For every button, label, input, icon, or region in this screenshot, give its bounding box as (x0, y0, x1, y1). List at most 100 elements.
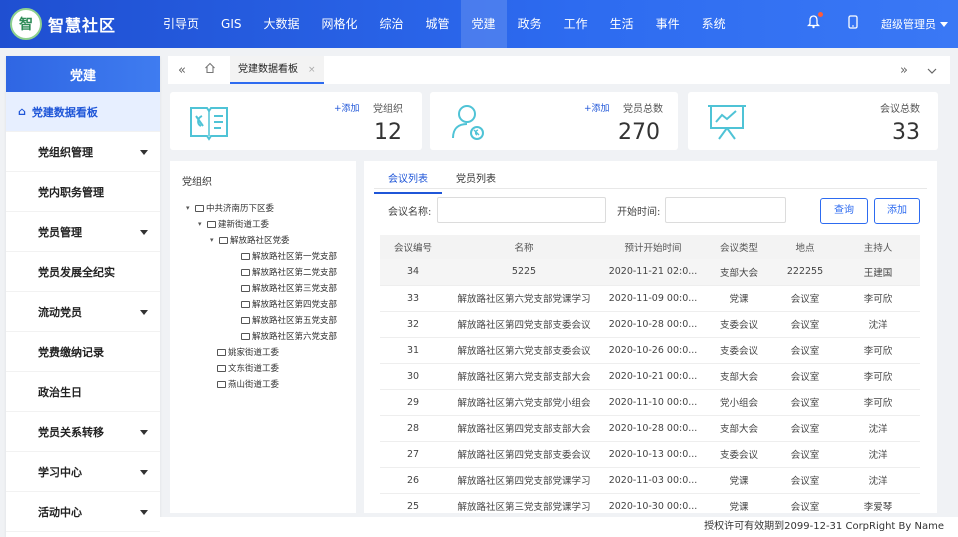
folder-icon (219, 236, 228, 244)
tree-node[interactable]: ▾ 建新街道工委 (198, 218, 269, 230)
table-row[interactable]: 25 解放路社区第三党支部党课学习 2020-10-30 00:0... 党课 会议室李… (380, 493, 920, 513)
nav-item-9[interactable]: 生活 (599, 0, 645, 48)
footer: 授权许可有效期到2099-12-31 CorpRight By Name (160, 517, 958, 537)
table-row[interactable]: 32 解放路社区第四党支部支委会议 2020-10-28 00:0... 支委会议 会议… (380, 311, 920, 338)
tree-node[interactable]: 燕山街道工委 (208, 378, 279, 390)
tree-node[interactable]: 解放路社区第三党支部 (232, 282, 337, 294)
tree-node-label: 解放路社区第二党支部 (252, 268, 338, 278)
folder-icon (217, 380, 226, 388)
nav-item-3[interactable]: 网格化 (311, 0, 369, 48)
tree-node[interactable]: 解放路社区第二党支部 (232, 266, 337, 278)
tree-node[interactable]: 文东街道工委 (208, 362, 279, 374)
nav-item-4[interactable]: 综治 (369, 0, 415, 48)
table-cell: 会议室 (774, 363, 836, 390)
table-row[interactable]: 26 解放路社区第四党支部党课学习 2020-11-03 00:0... 党课 会议室沈… (380, 467, 920, 494)
tab-party-dashboard[interactable]: 党建数据看板 × (230, 56, 324, 84)
folder-icon (241, 252, 250, 260)
bell-icon[interactable] (793, 12, 833, 33)
nav-item-1[interactable]: GIS (210, 0, 252, 48)
table-cell: 党课 (704, 285, 774, 312)
chevron-down-icon[interactable] (918, 63, 946, 78)
tree-node[interactable]: 解放路社区第四党支部 (232, 298, 337, 310)
tree-node[interactable]: 姚家街道工委 (208, 346, 279, 358)
column-header[interactable]: 名称 (446, 235, 602, 259)
tree-node[interactable]: 解放路社区第五党支部 (232, 314, 337, 326)
table-row[interactable]: 29 解放路社区第六党支部党小组会 2020-11-10 00:0... 党小组会 会议… (380, 389, 920, 416)
table-row[interactable]: 27 解放路社区第四党支部支委会议 2020-10-13 00:0... 支委会议 会议… (380, 441, 920, 468)
tab-meeting-list[interactable]: 会议列表 (374, 167, 442, 194)
sidebar-item-1[interactable]: 党组织管理 (6, 132, 160, 172)
sidebar-item-4[interactable]: 党员发展全纪实 (6, 252, 160, 292)
column-header[interactable]: 会议类型 (704, 235, 774, 259)
mobile-icon[interactable] (833, 15, 873, 33)
sidebar-item-0[interactable]: ⌂ 党建数据看板 (6, 92, 160, 132)
add-org-button[interactable]: +添加 (334, 101, 360, 114)
home-icon[interactable] (196, 62, 224, 78)
user-name: 超级管理员 (881, 18, 936, 31)
tree-toggle-icon[interactable]: ▾ (186, 204, 195, 212)
nav-item-0[interactable]: 引导页 (152, 0, 210, 48)
column-header[interactable]: 地点 (774, 235, 836, 259)
copyright-text: 授权许可有效期到2099-12-31 CorpRight By Name (704, 521, 944, 532)
close-icon[interactable]: × (308, 65, 316, 75)
table-row[interactable]: 30 解放路社区第六党支部支部大会 2020-10-21 00:0... 支部大会 会议… (380, 363, 920, 390)
table-cell: 支委会议 (704, 311, 774, 338)
sidebar-item-5[interactable]: 流动党员 (6, 292, 160, 332)
table-row[interactable]: 31 解放路社区第六党支部支委会议 2020-10-26 00:0... 支委会议 会议… (380, 337, 920, 364)
tree-node-label: 解放路社区第六党支部 (252, 332, 338, 342)
meeting-table: 会议编号 名称 预计开始时间 会议类型 地点 主持人 34 5225 2020-11-21 0… (380, 235, 920, 513)
table-cell: 2020-10-28 00:0... (602, 311, 704, 338)
tree-node[interactable]: ▾ 中共济南历下区委 (186, 202, 274, 214)
column-header[interactable]: 主持人 (836, 235, 920, 259)
sidebar-item-8[interactable]: 党员关系转移 (6, 412, 160, 452)
nav-item-8[interactable]: 工作 (553, 0, 599, 48)
sidebar-item-9[interactable]: 学习中心 (6, 452, 160, 492)
table-row[interactable]: 34 5225 2020-11-21 02:0... 支部大会 222255 王建国 (380, 259, 920, 286)
table-cell: 2020-10-21 00:0... (602, 363, 704, 390)
user-menu[interactable]: 超级管理员 (881, 16, 948, 32)
meeting-name-input[interactable] (437, 197, 606, 223)
tree-toggle-icon[interactable]: ▾ (198, 220, 207, 228)
table-cell: 2020-11-09 00:0... (602, 285, 704, 312)
tree-toggle-icon[interactable]: ▾ (210, 236, 219, 244)
column-header[interactable]: 预计开始时间 (602, 235, 704, 259)
org-count-value: 12 (374, 120, 402, 145)
nav-item-10[interactable]: 事件 (645, 0, 691, 48)
tab-member-list[interactable]: 党员列表 (442, 167, 510, 194)
sidebar-item-3[interactable]: 党员管理 (6, 212, 160, 252)
query-button[interactable]: 查询 (820, 198, 868, 224)
table-row[interactable]: 33 解放路社区第六党支部党课学习 2020-11-09 00:0... 党课 会议室李… (380, 285, 920, 312)
table-cell: 30 (380, 363, 446, 390)
start-time-input[interactable] (665, 197, 786, 223)
nav-item-5[interactable]: 城管 (415, 0, 461, 48)
sidebar-item-6[interactable]: 党费缴纳记录 (6, 332, 160, 372)
table-cell: 2020-11-10 00:0... (602, 389, 704, 416)
caret-down-icon (140, 430, 148, 435)
nav-item-7[interactable]: 政务 (507, 0, 553, 48)
table-row[interactable]: 28 解放路社区第四党支部支部大会 2020-10-28 00:0... 支部大会 会议… (380, 415, 920, 442)
table-cell: 31 (380, 337, 446, 364)
tree-node[interactable]: 解放路社区第六党支部 (232, 330, 337, 342)
sidebar-item-2[interactable]: 党内职务管理 (6, 172, 160, 212)
add-meeting-button[interactable]: 添加 (874, 198, 920, 224)
nav-item-11[interactable]: 系统 (691, 0, 737, 48)
double-chevron-left-icon[interactable]: « (168, 63, 196, 78)
folder-icon (241, 284, 250, 292)
meeting-count-value: 33 (892, 120, 920, 145)
folder-icon (241, 300, 250, 308)
tree-node[interactable]: 解放路社区第一党支部 (232, 250, 337, 262)
table-cell: 会议室 (774, 389, 836, 416)
double-chevron-right-icon[interactable]: » (890, 63, 918, 78)
table-cell: 沈洋 (836, 467, 920, 494)
table-cell: 支部大会 (704, 259, 774, 286)
tree-node[interactable]: ▾ 解放路社区党委 (210, 234, 290, 246)
column-header[interactable]: 会议编号 (380, 235, 446, 259)
logo[interactable]: 智 智慧社区 (0, 8, 150, 40)
sidebar-item-7[interactable]: 政治生日 (6, 372, 160, 412)
sidebar-item-10[interactable]: 活动中心 (6, 492, 160, 532)
table-cell: 会议室 (774, 493, 836, 513)
nav-item-2[interactable]: 大数据 (252, 0, 310, 48)
stat-card-members: +添加 党员总数 270 (430, 92, 678, 150)
add-member-button[interactable]: +添加 (584, 101, 610, 114)
nav-item-6[interactable]: 党建 (460, 0, 507, 48)
